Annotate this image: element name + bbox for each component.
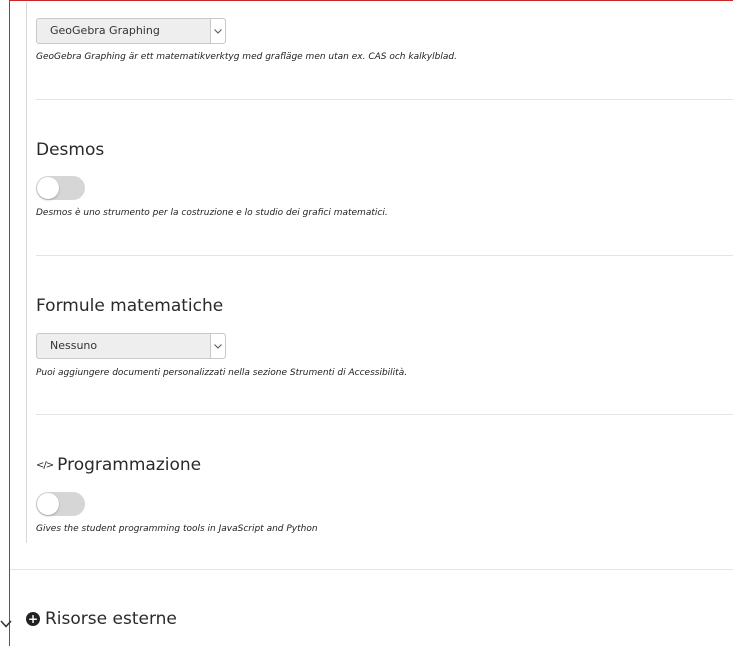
settings-panel — [9, 0, 733, 646]
external-resources-label: Risorse esterne — [45, 609, 177, 629]
formule-select-value: Nessuno — [50, 339, 98, 352]
external-resources-toggle[interactable]: + Risorse esterne — [0, 609, 177, 629]
section-divider — [10, 569, 733, 570]
geogebra-select-value: GeoGebra Graphing — [50, 24, 160, 37]
section-divider — [36, 99, 733, 100]
geogebra-select[interactable]: GeoGebra Graphing — [36, 18, 226, 44]
chevron-down-icon — [0, 613, 12, 628]
chevron-down-icon — [210, 19, 225, 43]
code-icon: </> — [36, 459, 54, 471]
section-divider — [36, 414, 733, 415]
programmazione-title: Programmazione — [57, 455, 202, 475]
chevron-down-icon — [210, 334, 225, 358]
programmazione-heading: </> Programmazione — [36, 455, 201, 475]
formule-title: Formule matematiche — [36, 296, 224, 316]
formule-description: Puoi aggiungere documenti personalizzati… — [36, 368, 408, 378]
panel-inner-border — [26, 2, 27, 543]
geogebra-description: GeoGebra Graphing är ett matematikverkty… — [36, 52, 457, 62]
toggle-knob — [37, 493, 59, 515]
programmazione-toggle[interactable] — [36, 492, 85, 516]
plus-circle-icon: + — [26, 612, 40, 626]
desmos-title: Desmos — [36, 140, 105, 160]
toggle-knob — [37, 177, 59, 199]
section-divider — [36, 255, 733, 256]
desmos-description: Desmos è uno strumento per la costruzion… — [36, 208, 388, 218]
desmos-toggle[interactable] — [36, 176, 85, 200]
programmazione-description: Gives the student programming tools in J… — [36, 524, 318, 534]
formule-select[interactable]: Nessuno — [36, 333, 226, 359]
